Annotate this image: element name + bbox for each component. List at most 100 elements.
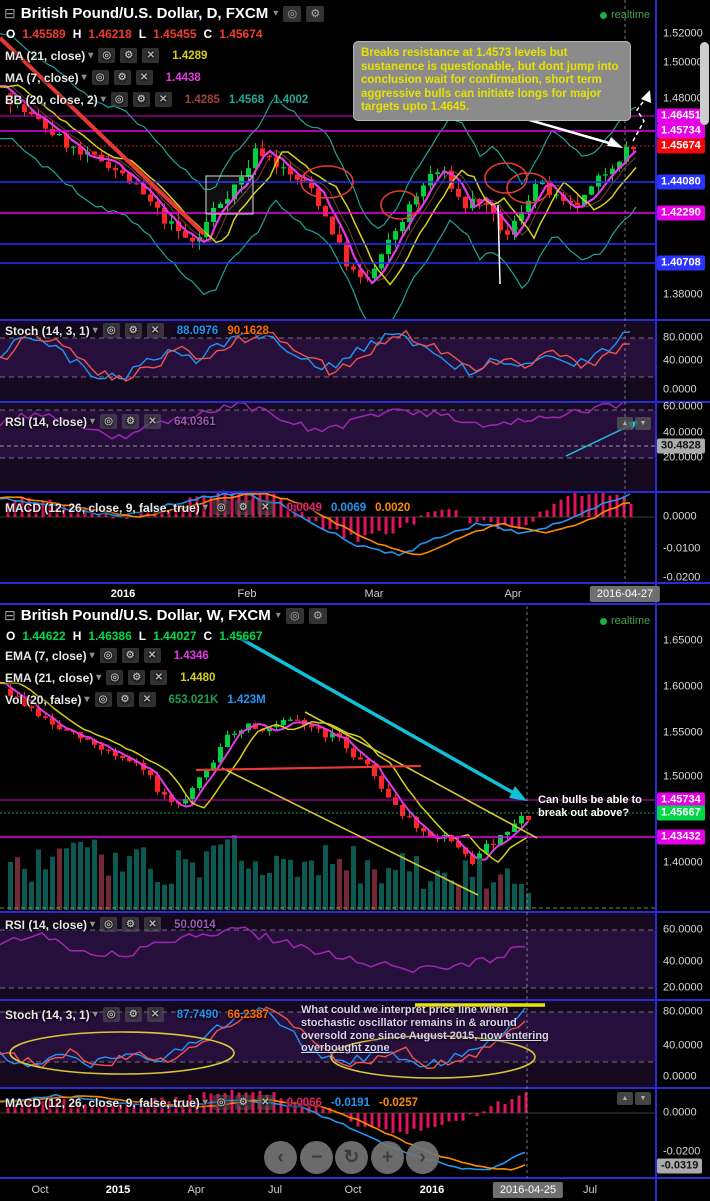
price-badge: 1.45674 [657, 138, 705, 154]
layout-icon[interactable]: ⊟ [4, 5, 16, 22]
expand-pane-button[interactable]: ▼ [635, 417, 651, 430]
ohlc-value: 1.45667 [219, 629, 263, 643]
remove-indicator-button[interactable]: ✕ [144, 917, 162, 932]
indicator-label[interactable]: EMA (21, close) [5, 671, 93, 685]
indicator-label[interactable]: Stoch (14, 3, 1) [5, 324, 90, 338]
weekly-time-scale[interactable]: Oct 2015 Apr Jul Oct 2016 Jul 2016-04-25 [0, 1181, 710, 1200]
zoom-out-button[interactable]: − [300, 1141, 333, 1174]
chevron-down-icon: ▾ [273, 8, 279, 19]
axis-tick: 40.0000 [663, 426, 703, 439]
analysis-note-box[interactable]: Breaks resistance at 1.4573 levels but s… [353, 41, 631, 121]
axis-tick: 1.38000 [663, 288, 703, 301]
visibility-button[interactable]: ◎ [91, 70, 109, 85]
indicator-settings-button[interactable]: ⚙ [121, 648, 139, 663]
indicator-label[interactable]: RSI (14, close) [5, 415, 87, 429]
weekly-chart-title[interactable]: ⊟ British Pound/U.S. Dollar, W, FXCM ▾ ◎… [4, 607, 327, 624]
indicator-value: 1.4002 [273, 93, 309, 106]
visibility-button[interactable]: ◎ [102, 323, 120, 338]
timeline-label: 2016 [110, 588, 136, 600]
scroll-right-button[interactable]: › [406, 1141, 439, 1174]
indicator-label[interactable]: RSI (14, close) [5, 918, 87, 932]
indicator-label[interactable]: MA (7, close) [5, 71, 79, 85]
remove-indicator-button[interactable]: ✕ [146, 1007, 164, 1022]
axis-tick: 1.60000 [663, 680, 703, 693]
visibility-button[interactable]: ◎ [94, 692, 112, 707]
indicator-label[interactable]: MACD (12, 26, close, 9, false, true) [5, 1096, 200, 1110]
indicator-value: 90.1628 [227, 324, 269, 337]
indicator-settings-button[interactable]: ⚙ [124, 323, 142, 338]
visibility-button[interactable]: ◎ [102, 1007, 120, 1022]
indicator-settings-button[interactable]: ⚙ [122, 414, 140, 429]
indicator-label[interactable]: BB (20, close, 2) [5, 93, 98, 107]
indicator-settings-button[interactable]: ⚙ [113, 70, 131, 85]
indicator-settings-button[interactable]: ⚙ [124, 1007, 142, 1022]
indicator-label[interactable]: Vol (20, false) [5, 693, 81, 707]
visibility-button[interactable]: ◎ [212, 1095, 230, 1110]
collapse-pane-button[interactable]: ▲ [617, 417, 633, 430]
timeline-label: 2015 [105, 1184, 131, 1196]
remove-indicator-button[interactable]: ✕ [138, 692, 156, 707]
indicator-settings-button[interactable]: ⚙ [116, 692, 134, 707]
gear-icon[interactable]: ⚙ [306, 5, 325, 22]
scrollbar-thumb[interactable] [700, 42, 709, 125]
visibility-button[interactable]: ◎ [100, 414, 118, 429]
weekly-symbol-title[interactable]: British Pound/U.S. Dollar, W, FXCM [21, 607, 271, 624]
indicator-value: 1.4289 [172, 49, 208, 62]
layout-icon[interactable]: ⊟ [4, 607, 16, 624]
expand-pane-button[interactable]: ▼ [635, 1092, 651, 1105]
remove-indicator-button[interactable]: ✕ [256, 500, 274, 515]
remove-indicator-button[interactable]: ✕ [256, 1095, 274, 1110]
price-badge: 1.45667 [657, 805, 705, 821]
indicator-label[interactable]: MACD (12, 26, close, 9, false, true) [5, 501, 200, 515]
daily-symbol-title[interactable]: British Pound/U.S. Dollar, D, FXCM [21, 5, 269, 22]
remove-indicator-button[interactable]: ✕ [150, 670, 168, 685]
visibility-icon[interactable]: ◎ [283, 5, 302, 22]
realtime-dot-icon [600, 617, 607, 625]
visibility-icon[interactable]: ◎ [285, 607, 304, 624]
remove-indicator-button[interactable]: ✕ [144, 414, 162, 429]
timeline-label: Jul [267, 1184, 283, 1196]
price-badge: 1.42290 [657, 205, 705, 221]
daily-time-scale[interactable]: 2016 Feb Mar Apr 2016-04-27 [0, 585, 710, 604]
remove-indicator-button[interactable]: ✕ [146, 323, 164, 338]
remove-indicator-button[interactable]: ✕ [142, 48, 160, 63]
collapse-pane-button[interactable]: ▲ [617, 1092, 633, 1105]
indicator-value: 1.423M [227, 693, 266, 706]
indicator-value: 88.0976 [176, 324, 219, 337]
indicator-legend: Vol (20, false) ▾ ◎ ⚙ ✕ 653.021K 1.423M [5, 692, 266, 707]
visibility-button[interactable]: ◎ [98, 48, 116, 63]
indicator-label[interactable]: MA (21, close) [5, 49, 85, 63]
remove-indicator-button[interactable]: ✕ [135, 70, 153, 85]
daily-chart-title[interactable]: ⊟ British Pound/U.S. Dollar, D, FXCM ▾ ◎… [4, 5, 325, 22]
indicator-settings-button[interactable]: ⚙ [132, 92, 150, 107]
indicator-value: 1.4568 [228, 93, 265, 106]
realtime-indicator: realtime [600, 615, 650, 627]
scroll-left-button[interactable]: ‹ [264, 1141, 297, 1174]
indicator-settings-button[interactable]: ⚙ [120, 48, 138, 63]
indicator-settings-button[interactable]: ⚙ [122, 917, 140, 932]
remove-indicator-button[interactable]: ✕ [154, 92, 172, 107]
zoom-in-button[interactable]: + [371, 1141, 404, 1174]
breakout-question-note[interactable]: Can bulls be able to break out above? [538, 794, 663, 820]
reset-chart-button[interactable]: ↻ [335, 1141, 368, 1174]
visibility-button[interactable]: ◎ [110, 92, 128, 107]
indicator-label[interactable]: EMA (7, close) [5, 649, 87, 663]
indicator-label[interactable]: Stoch (14, 3, 1) [5, 1008, 90, 1022]
chevron-down-icon: ▾ [100, 94, 106, 105]
trading-chart-app: ⊟ British Pound/U.S. Dollar, D, FXCM ▾ ◎… [0, 0, 710, 1201]
stochastic-note[interactable]: What could we interpret price line when … [301, 1004, 551, 1055]
indicator-settings-button[interactable]: ⚙ [234, 1095, 252, 1110]
ohlc-label: L [138, 27, 147, 41]
visibility-button[interactable]: ◎ [99, 648, 117, 663]
indicator-settings-button[interactable]: ⚙ [234, 500, 252, 515]
visibility-button[interactable]: ◎ [212, 500, 230, 515]
visibility-button[interactable]: ◎ [106, 670, 124, 685]
indicator-settings-button[interactable]: ⚙ [128, 670, 146, 685]
visibility-button[interactable]: ◎ [100, 917, 118, 932]
indicator-value: 653.021K [168, 693, 219, 706]
remove-indicator-button[interactable]: ✕ [143, 648, 161, 663]
gear-icon[interactable]: ⚙ [308, 607, 327, 624]
indicator-value: 64.0361 [174, 415, 216, 428]
ohlc-label: O [6, 629, 16, 643]
price-badge: 1.40708 [657, 255, 705, 271]
